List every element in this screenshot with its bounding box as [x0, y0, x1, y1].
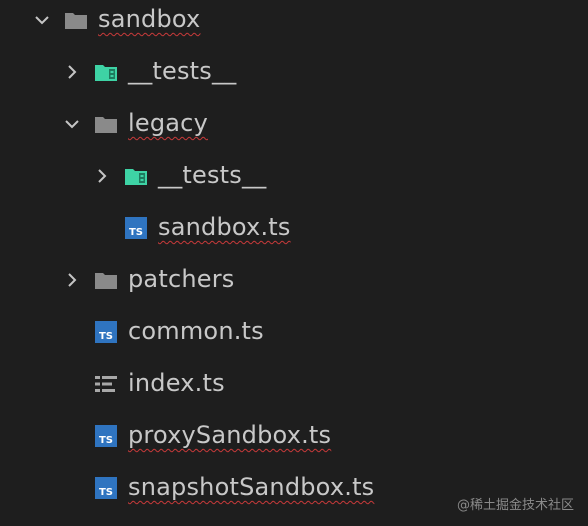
tree-item-legacy-sandbox-ts[interactable]: TS sandbox.ts — [0, 202, 588, 254]
chevron-right-icon[interactable] — [62, 270, 82, 290]
test-folder-icon — [95, 65, 117, 81]
typescript-file-icon: TS — [95, 477, 117, 499]
tree-item-tests-folder[interactable]: __tests__ — [0, 46, 588, 98]
tree-item-label: __tests__ — [128, 57, 237, 85]
tree-item-legacy-tests-folder[interactable]: __tests__ — [0, 150, 588, 202]
tree-item-label: sandbox — [98, 5, 201, 33]
tree-item-label: proxySandbox.ts — [128, 421, 332, 449]
tree-item-index-ts[interactable]: index.ts — [0, 358, 588, 410]
tree-item-label: sandbox.ts — [158, 213, 291, 241]
svg-text:TS: TS — [99, 487, 113, 498]
tree-item-label: index.ts — [128, 369, 225, 397]
folder-icon — [95, 273, 117, 289]
tree-item-patchers-folder[interactable]: patchers — [0, 254, 588, 306]
typescript-file-icon: TS — [95, 321, 117, 343]
chevron-right-icon[interactable] — [62, 62, 82, 82]
index-file-icon — [95, 376, 117, 392]
tree-item-label: legacy — [128, 109, 208, 137]
folder-icon — [95, 117, 117, 133]
svg-text:TS: TS — [99, 331, 113, 342]
file-explorer-tree: sandbox __tests__ legacy __tests__ TS sa… — [0, 0, 588, 526]
tree-item-proxysandbox-ts[interactable]: TS proxySandbox.ts — [0, 410, 588, 462]
tree-item-common-ts[interactable]: TS common.ts — [0, 306, 588, 358]
test-folder-icon — [125, 169, 147, 185]
chevron-down-icon[interactable] — [62, 114, 82, 134]
folder-icon — [65, 13, 87, 29]
watermark: @稀土掘金技术社区 — [456, 498, 574, 513]
tree-item-label: common.ts — [128, 317, 264, 345]
chevron-down-icon[interactable] — [32, 10, 52, 30]
typescript-file-icon: TS — [125, 217, 147, 239]
chevron-right-icon[interactable] — [92, 166, 112, 186]
tree-item-label: __tests__ — [158, 161, 267, 189]
tree-item-label: patchers — [128, 265, 235, 293]
tree-item-legacy-folder[interactable]: legacy — [0, 98, 588, 150]
svg-text:TS: TS — [129, 227, 143, 238]
typescript-file-icon: TS — [95, 425, 117, 447]
svg-text:TS: TS — [99, 435, 113, 446]
tree-item-sandbox-folder[interactable]: sandbox — [0, 0, 588, 46]
tree-item-label: snapshotSandbox.ts — [128, 473, 375, 501]
